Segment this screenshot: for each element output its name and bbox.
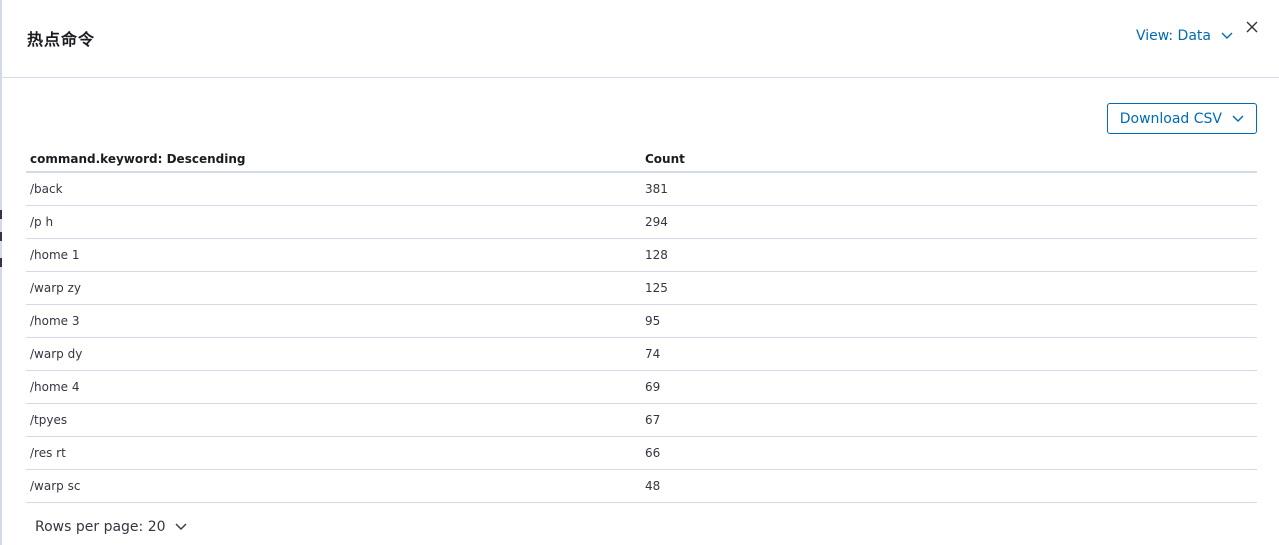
cell-command: /warp dy: [26, 337, 641, 371]
table-header-row: command.keyword: Descending Count: [26, 147, 1257, 173]
rows-per-page-button[interactable]: Rows per page: 20: [35, 519, 187, 535]
cell-count: 74: [641, 337, 1257, 371]
cell-count: 128: [641, 238, 1257, 272]
cell-command: /back: [26, 172, 641, 206]
background-marker: [0, 258, 2, 267]
download-csv-button[interactable]: Download CSV: [1106, 103, 1257, 134]
cell-count: 48: [641, 469, 1257, 503]
download-csv-label: Download CSV: [1119, 110, 1222, 127]
table-row: /warp zy 125: [26, 271, 1257, 305]
cell-command: /home 1: [26, 238, 641, 272]
chevron-down-icon: [1232, 115, 1244, 123]
table-row: /home 1 128: [26, 238, 1257, 272]
table-row: /home 3 95: [26, 304, 1257, 338]
background-edge: [0, 0, 2, 545]
chevron-down-icon: [1221, 32, 1233, 40]
cell-count: 66: [641, 436, 1257, 470]
column-header-command[interactable]: command.keyword: Descending: [26, 147, 641, 173]
cell-command: /home 3: [26, 304, 641, 338]
cell-command: /warp sc: [26, 469, 641, 503]
table-row: /back 381: [26, 172, 1257, 206]
table-row: /home 4 69: [26, 370, 1257, 404]
cell-count: 294: [641, 205, 1257, 239]
background-marker: [0, 232, 2, 241]
chevron-down-icon: [175, 523, 187, 531]
flyout-body: Download CSV command.keyword: Descending…: [26, 79, 1257, 535]
table-toolbar: Download CSV: [26, 79, 1257, 147]
cell-count: 125: [641, 271, 1257, 305]
data-table: command.keyword: Descending Count /back …: [26, 147, 1257, 503]
table-row: /res rt 66: [26, 436, 1257, 470]
close-icon: [1243, 18, 1261, 36]
table-row: /p h 294: [26, 205, 1257, 239]
view-switch-label: View: Data: [1135, 28, 1211, 44]
background-marker: [0, 210, 2, 219]
table-row: /warp dy 74: [26, 337, 1257, 371]
cell-count: 67: [641, 403, 1257, 437]
rows-per-page-label: Rows per page: 20: [35, 519, 166, 535]
cell-count: 95: [641, 304, 1257, 338]
column-header-count[interactable]: Count: [641, 147, 1257, 173]
cell-command: /tpyes: [26, 403, 641, 437]
view-switch-button[interactable]: View: Data: [1136, 28, 1233, 44]
flyout-panel: 热点命令 View: Data Download CSV command.key…: [0, 0, 1279, 545]
cell-command: /warp zy: [26, 271, 641, 305]
cell-count: 381: [641, 172, 1257, 206]
cell-command: /res rt: [26, 436, 641, 470]
flyout-header: 热点命令 View: Data: [2, 0, 1279, 78]
table-row: /warp sc 48: [26, 469, 1257, 503]
close-button[interactable]: [1243, 18, 1261, 36]
table-row: /tpyes 67: [26, 403, 1257, 437]
cell-command: /home 4: [26, 370, 641, 404]
cell-count: 69: [641, 370, 1257, 404]
flyout-title: 热点命令: [27, 30, 96, 49]
cell-command: /p h: [26, 205, 641, 239]
